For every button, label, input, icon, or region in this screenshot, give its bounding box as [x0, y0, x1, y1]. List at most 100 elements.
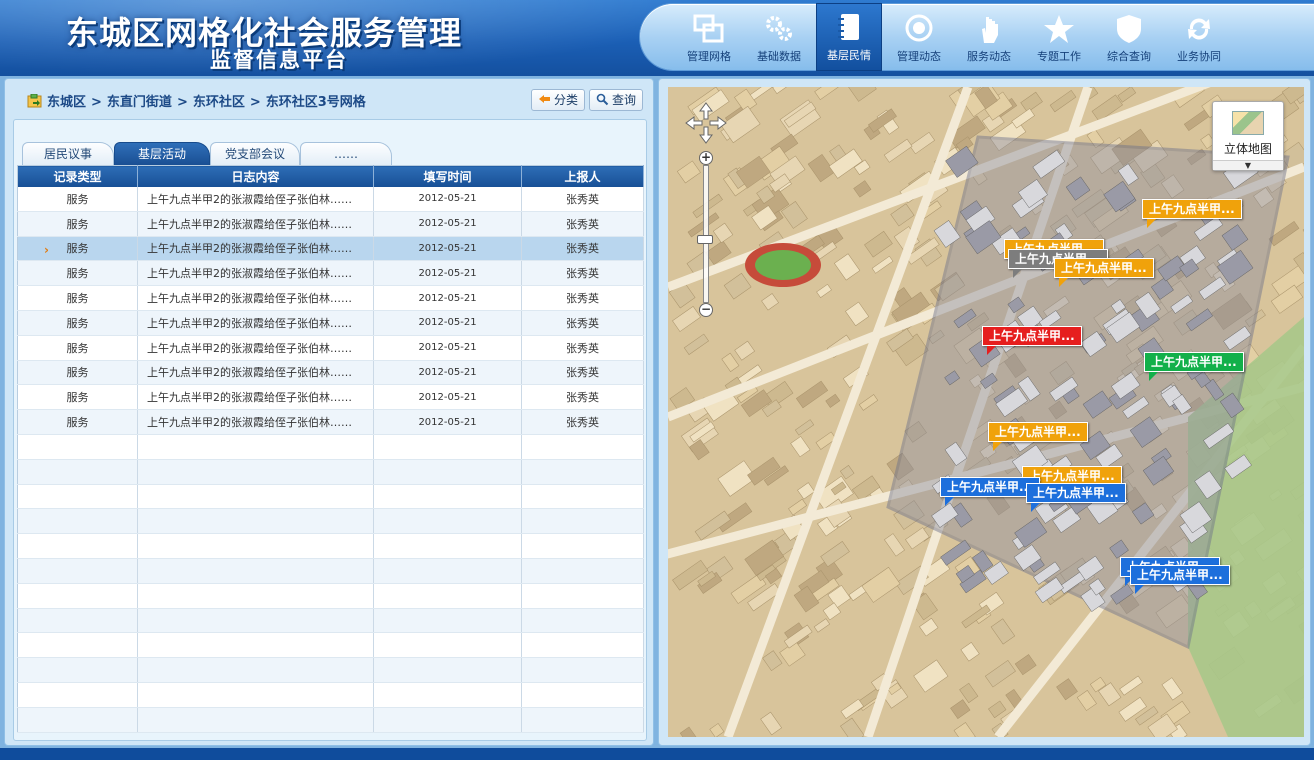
- empty-cell: [521, 533, 644, 559]
- cell-text: 张秀英: [566, 267, 599, 281]
- cell-text: 张秀英: [566, 316, 599, 330]
- table-row[interactable]: 服务 上午九点半甲2的张淑霞给侄子张伯林…… 2012-05-21 张秀英: [17, 260, 644, 287]
- tab-2[interactable]: 党支部会议: [210, 142, 300, 165]
- zoom-control: + −: [697, 151, 713, 319]
- tab-1[interactable]: 基层活动: [114, 142, 210, 165]
- footer-bar: [0, 748, 1314, 760]
- cell-text: 上午九点半甲2的张淑霞给侄子张伯林……: [147, 292, 352, 306]
- nav-item-0[interactable]: 管理网格: [676, 4, 742, 70]
- breadcrumb-item[interactable]: 东环社区3号网格: [266, 95, 366, 110]
- table-row[interactable]: 服务 上午九点半甲2的张淑霞给侄子张伯林…… 2012-05-21 张秀英: [17, 335, 644, 361]
- table-row[interactable]: 服务 上午九点半甲2的张淑霞给侄子张伯林…… 2012-05-21 张秀英: [17, 211, 644, 237]
- table-row: [17, 558, 644, 584]
- cell-text: 张秀英: [566, 217, 599, 231]
- cell-text: 张秀英: [566, 292, 599, 306]
- map-marker-red[interactable]: 上午九点半甲...: [982, 326, 1082, 355]
- nav-item-3[interactable]: 管理动态: [886, 4, 952, 70]
- map-mode-switch[interactable]: 立体地图 ▼: [1212, 101, 1284, 171]
- table-row[interactable]: 服务 上午九点半甲2的张淑霞给侄子张伯林…… 2012-05-21 张秀英: [17, 360, 644, 386]
- cell-text: 2012-05-21: [418, 416, 477, 428]
- selected-row-arrow-icon: ›: [44, 242, 49, 257]
- cell-text: 服务: [66, 242, 89, 256]
- tab-0[interactable]: 居民议事: [22, 142, 114, 165]
- map-marker-blue[interactable]: 上午九点半甲...: [1026, 483, 1126, 512]
- breadcrumb-item[interactable]: 东环社区: [193, 95, 245, 110]
- empty-cell: [137, 657, 374, 683]
- empty-cell: [17, 533, 138, 559]
- nav-item-1[interactable]: 基础数据: [746, 4, 812, 70]
- map-marker-orange[interactable]: 上午九点半甲...: [1054, 258, 1154, 287]
- column-header[interactable]: 记录类型: [17, 165, 138, 187]
- cell-text: 2012-05-21: [418, 292, 477, 304]
- gears-icon: [762, 13, 796, 45]
- cell-text: 2012-05-21: [418, 242, 477, 254]
- cell-text: 张秀英: [566, 341, 599, 355]
- table-cell: 张秀英: [521, 260, 644, 287]
- table-cell: 上午九点半甲2的张淑霞给侄子张伯林……: [137, 211, 374, 237]
- records-table: 记录类型 日志内容 填写时间 上报人 服务 上午九点半甲2的张淑霞给侄子张伯林…… 201…: [17, 165, 644, 733]
- classify-button[interactable]: 分类: [531, 89, 586, 111]
- nav-item-7[interactable]: 业务协同: [1166, 4, 1232, 70]
- empty-cell: [17, 657, 138, 683]
- table-row[interactable]: 服务 上午九点半甲2的张淑霞给侄子张伯林…… 2012-05-21 张秀英: [17, 409, 644, 435]
- empty-cell: [521, 459, 644, 485]
- record-tabs: 居民议事 基层活动 党支部会议……: [22, 140, 642, 165]
- grid-icon: [692, 13, 726, 45]
- empty-cell: [137, 459, 374, 485]
- cell-text: 服务: [66, 416, 89, 430]
- zoom-slider-thumb[interactable]: [697, 235, 713, 244]
- breadcrumb-item[interactable]: 东城区: [47, 95, 86, 110]
- breadcrumb-item[interactable]: 东直门街道: [107, 95, 172, 110]
- query-button[interactable]: 查询: [589, 89, 644, 111]
- map-view[interactable]: + − 立体地图 ▼ 上午九点半甲... 上午九点半甲... 上午九点半甲... 上午…: [668, 87, 1304, 737]
- empty-cell: [17, 484, 138, 510]
- empty-cell: [521, 484, 644, 510]
- table-row[interactable]: 服务 上午九点半甲2的张淑霞给侄子张伯林…… 2012-05-21 张秀英: [17, 186, 644, 212]
- table-row[interactable]: 服务 上午九点半甲2的张淑霞给侄子张伯林…… 2012-05-21 张秀英: [17, 310, 644, 336]
- zoom-in-button[interactable]: +: [699, 151, 713, 165]
- pan-control-icon[interactable]: [684, 101, 728, 145]
- column-header[interactable]: 上报人: [521, 165, 644, 187]
- tab-3[interactable]: ……: [300, 142, 392, 165]
- cell-text: 2012-05-21: [418, 342, 477, 354]
- map-canvas[interactable]: [668, 87, 1304, 737]
- cell-text: 2012-05-21: [418, 218, 477, 230]
- empty-cell: [373, 533, 522, 559]
- table-row[interactable]: › 服务 上午九点半甲2的张淑霞给侄子张伯林…… 2012-05-21 张秀英: [17, 236, 644, 262]
- table-cell: 2012-05-21: [373, 409, 522, 435]
- table-row[interactable]: 服务 上午九点半甲2的张淑霞给侄子张伯林…… 2012-05-21 张秀英: [17, 285, 644, 311]
- nav-item-label: 基础数据: [757, 50, 801, 63]
- table-row: [17, 583, 644, 609]
- nav-item-5[interactable]: 专题工作: [1026, 4, 1092, 70]
- map-marker-blue[interactable]: 上午九点半甲...: [940, 477, 1040, 506]
- table-row: [17, 707, 644, 733]
- 3d-map-thumbnail-icon: [1232, 111, 1264, 135]
- table-cell: 上午九点半甲2的张淑霞给侄子张伯林……: [137, 360, 374, 386]
- map-marker-orange[interactable]: 上午九点半甲...: [988, 422, 1088, 451]
- empty-cell: [17, 583, 138, 609]
- nav-item-6[interactable]: 综合查询: [1096, 4, 1162, 70]
- table-header: 记录类型 日志内容 填写时间 上报人: [17, 165, 644, 187]
- table-row[interactable]: 服务 上午九点半甲2的张淑霞给侄子张伯林…… 2012-05-21 张秀英: [17, 384, 644, 411]
- empty-cell: [137, 508, 374, 535]
- table-cell: 2012-05-21: [373, 236, 522, 262]
- table-row: [17, 533, 644, 559]
- classify-icon: [539, 95, 550, 103]
- zoom-out-button[interactable]: −: [699, 303, 713, 317]
- column-header[interactable]: 填写时间: [373, 165, 522, 187]
- query-button-label: 查询: [612, 93, 637, 107]
- sync-icon: [1182, 13, 1216, 45]
- column-header[interactable]: 日志内容: [137, 165, 374, 187]
- empty-cell: [521, 508, 644, 535]
- map-marker-blue[interactable]: 上午九点半甲...: [1130, 565, 1230, 594]
- nav-item-4[interactable]: 服务动态: [956, 4, 1022, 70]
- empty-cell: [521, 707, 644, 733]
- zoom-slider-track[interactable]: [703, 165, 709, 303]
- map-marker-orange[interactable]: 上午九点半甲...: [1142, 199, 1242, 228]
- map-marker-green[interactable]: 上午九点半甲...: [1144, 352, 1244, 381]
- empty-cell: [373, 632, 522, 659]
- stadium-field: [755, 250, 811, 280]
- nav-item-2[interactable]: 基层民情: [816, 3, 882, 71]
- chevron-down-icon[interactable]: ▼: [1213, 160, 1283, 170]
- empty-cell: [373, 682, 522, 708]
